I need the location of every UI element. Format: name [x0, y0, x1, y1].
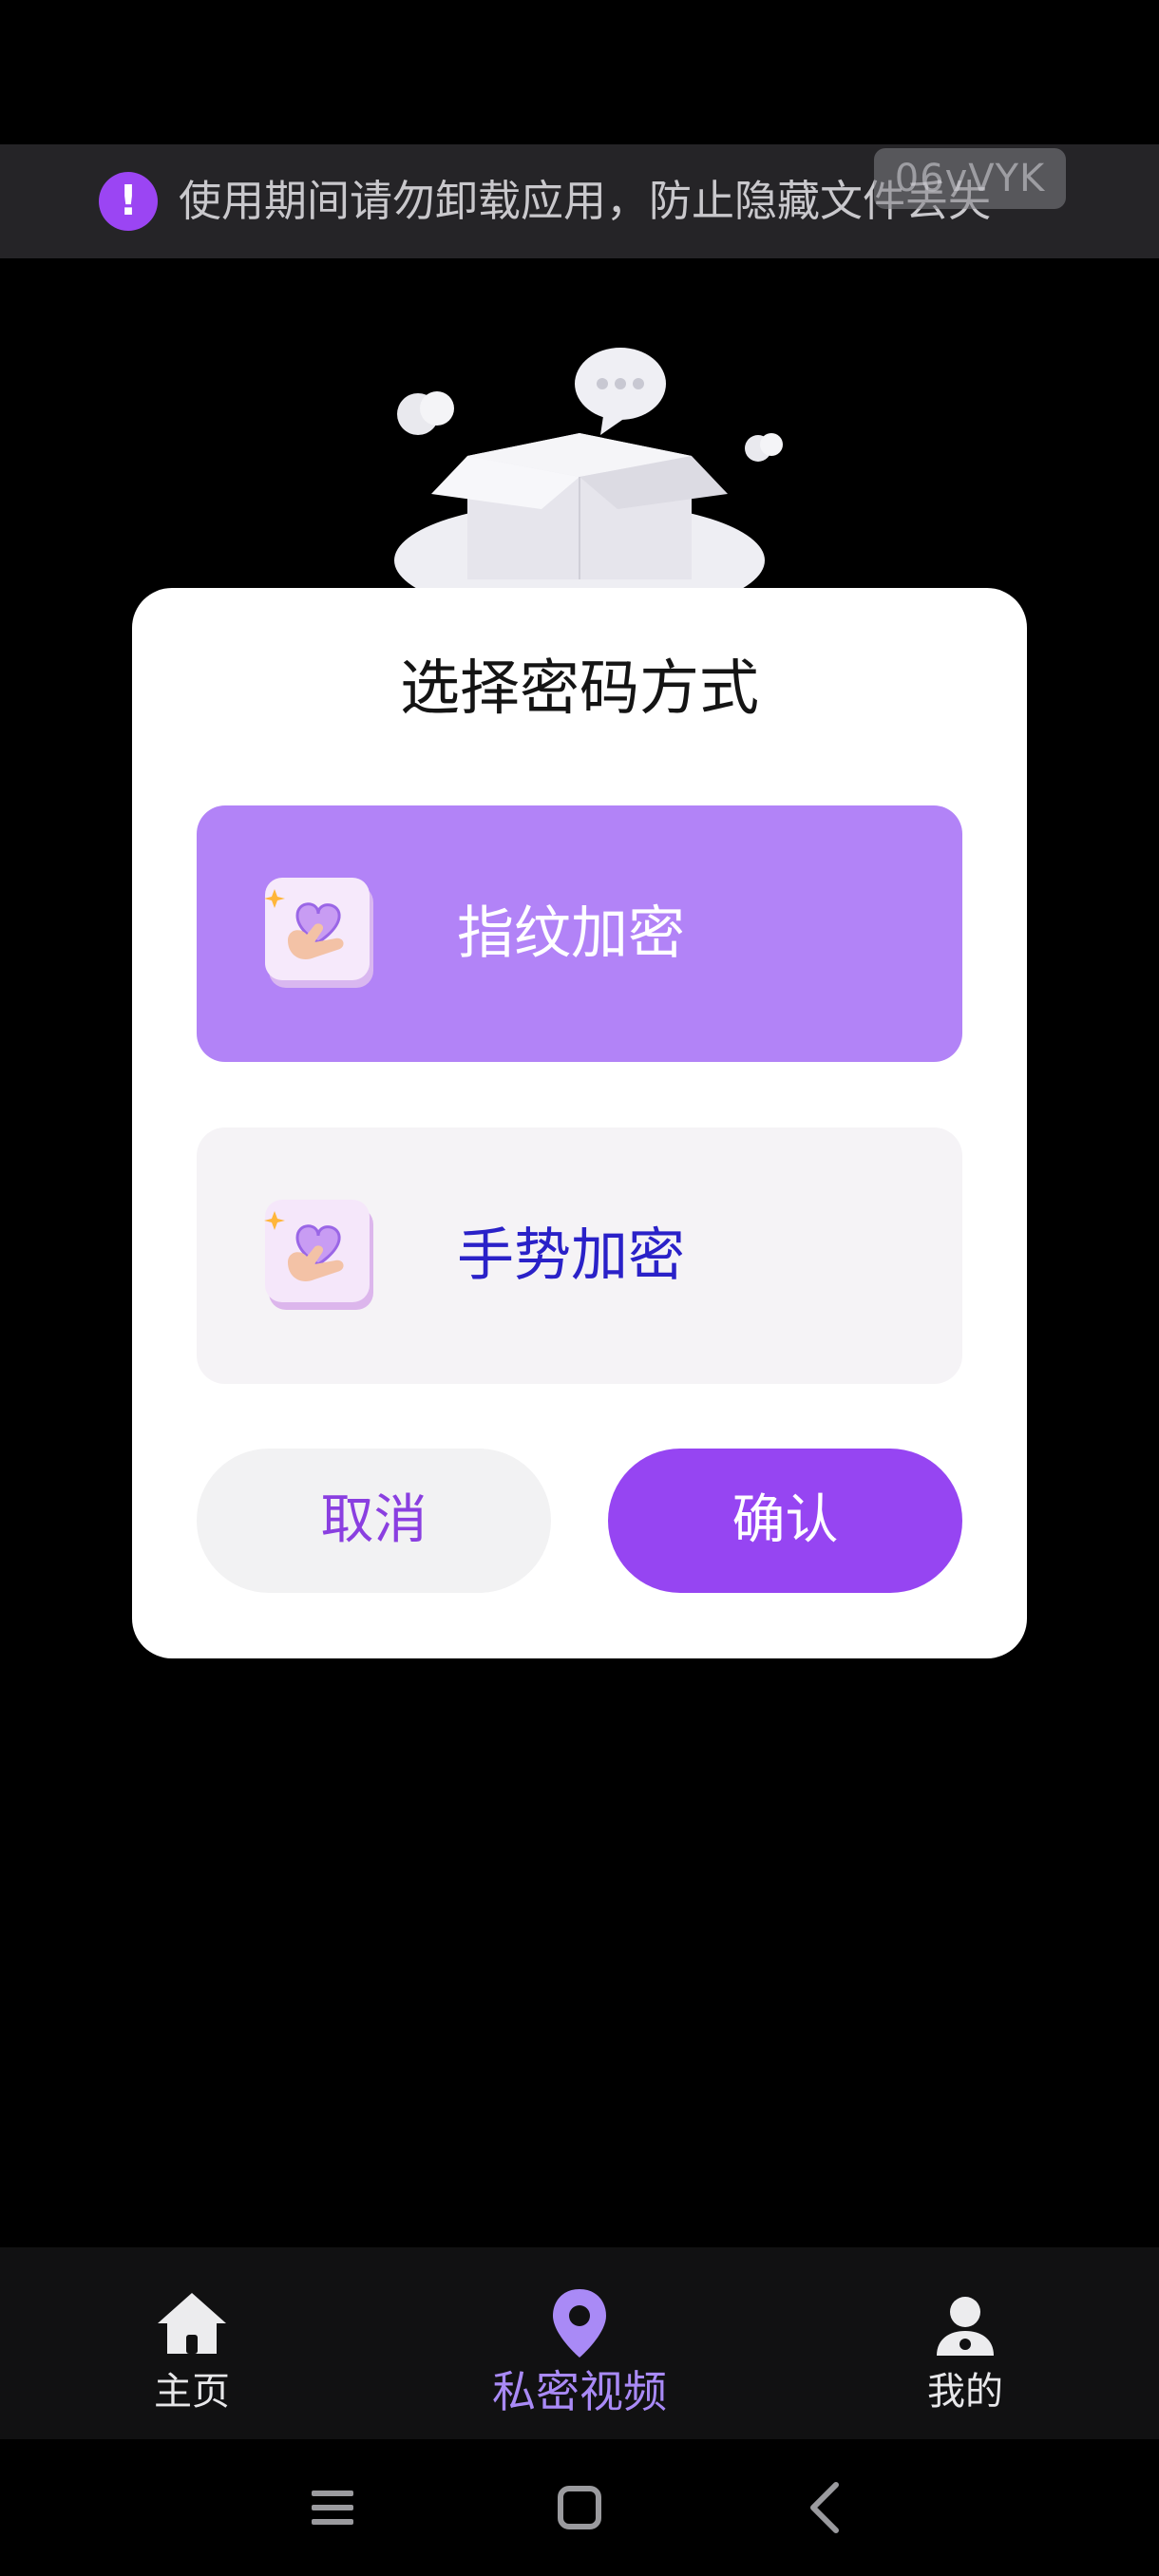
tab-mine[interactable]: 我的: [823, 2247, 1108, 2439]
password-method-dialog: 选择密码方式 指纹加密 手势加密 取消 确认: [132, 588, 1027, 1658]
tab-mine-label: 我的: [927, 2370, 1003, 2414]
tab-home-label: 主页: [154, 2370, 230, 2414]
bottom-tab-bar: 主页 私密视频 我的: [0, 2247, 1159, 2439]
confirm-button[interactable]: 确认: [608, 1449, 962, 1593]
back-icon[interactable]: [790, 2472, 863, 2544]
user-icon: [937, 2297, 994, 2356]
fingerprint-option[interactable]: 指纹加密: [197, 805, 962, 1062]
gesture-option[interactable]: 手势加密: [197, 1127, 962, 1384]
notice-text: 使用期间请勿卸载应用，防止隐藏文件丢失: [179, 176, 992, 226]
empty-box-illustration: [394, 348, 783, 589]
cancel-button[interactable]: 取消: [197, 1449, 551, 1593]
home-square-icon[interactable]: [543, 2472, 616, 2544]
system-navigation-bar: [0, 2439, 1159, 2576]
fingerprint-option-label: 指纹加密: [457, 900, 685, 967]
tab-private-video-label: 私密视频: [492, 2366, 667, 2417]
home-icon: [158, 2293, 226, 2354]
watermark-badge: 06vVYK: [874, 148, 1066, 209]
location-pin-icon: [553, 2289, 606, 2358]
tab-private-video[interactable]: 私密视频: [437, 2247, 722, 2439]
menu-icon[interactable]: [296, 2472, 369, 2544]
fingerprint-hand-icon: [264, 878, 373, 988]
tab-home[interactable]: 主页: [49, 2247, 334, 2439]
dialog-title: 选择密码方式: [400, 653, 759, 723]
exclamation-icon: !: [99, 172, 158, 231]
gesture-hand-icon: [264, 1200, 373, 1310]
gesture-option-label: 手势加密: [457, 1222, 685, 1289]
